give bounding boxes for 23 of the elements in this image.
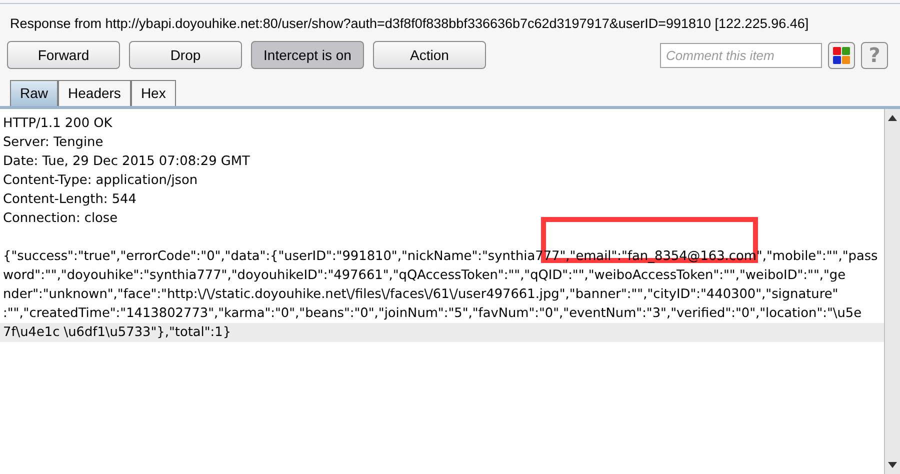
scroll-up-icon [888, 115, 897, 122]
response-title: Response from http://ybapi.doyouhike.net:80/user/show?auth=d3f8f0f838bbf336636b7c62d3197917&userID=991810 [122.225.96.46] [10, 15, 809, 33]
response-line: Server: Tengine [3, 134, 104, 152]
response-line: HTTP/1.1 200 OK [3, 115, 112, 134]
response-line: nder":"unknown","face":"http:\/\/static.doyouhike.net\/files\/faces\/61\/user497661.jpg","banner":"","cityID":"440300","signature" [3, 286, 838, 304]
toolbar-button[interactable]: Forward [7, 41, 120, 70]
scroll-down-icon [888, 462, 897, 468]
color-squares-icon [833, 46, 850, 64]
response-line: Content-Length: 544 [3, 191, 136, 210]
response-line: Connection: close [3, 210, 118, 228]
response-line: 7f\u4e1c \u6df1\u5733"},"total":1} [3, 324, 232, 342]
tab[interactable]: Headers [58, 80, 131, 106]
toolbar-button[interactable]: Intercept is on [251, 41, 364, 70]
tab[interactable]: Raw [10, 80, 58, 106]
color-highlight-button[interactable] [828, 42, 855, 69]
response-line: Date: Tue, 29 Dec 2015 07:08:29 GMT [3, 153, 250, 172]
response-line: word":"","doyouhike":"synthia777","doyouhikeID":"497661","qQAccessToken":"","qQID":"","weiboAccessToken":"","weiboID":"","ge [3, 267, 846, 286]
toolbar-button[interactable]: Action [373, 41, 486, 70]
response-line: Content-Type: application/json [3, 172, 198, 190]
tab[interactable]: Hex [130, 80, 176, 106]
response-line: :"","createdTime":"1413802773","karma":"0","beans":"0","joinNum":"5","favNum":"0","eventNum":"3","verified":"0","location":"\u5e [3, 305, 862, 324]
comment-field[interactable]: Comment this item [660, 42, 822, 68]
toolbar-button[interactable]: Drop [129, 41, 242, 70]
